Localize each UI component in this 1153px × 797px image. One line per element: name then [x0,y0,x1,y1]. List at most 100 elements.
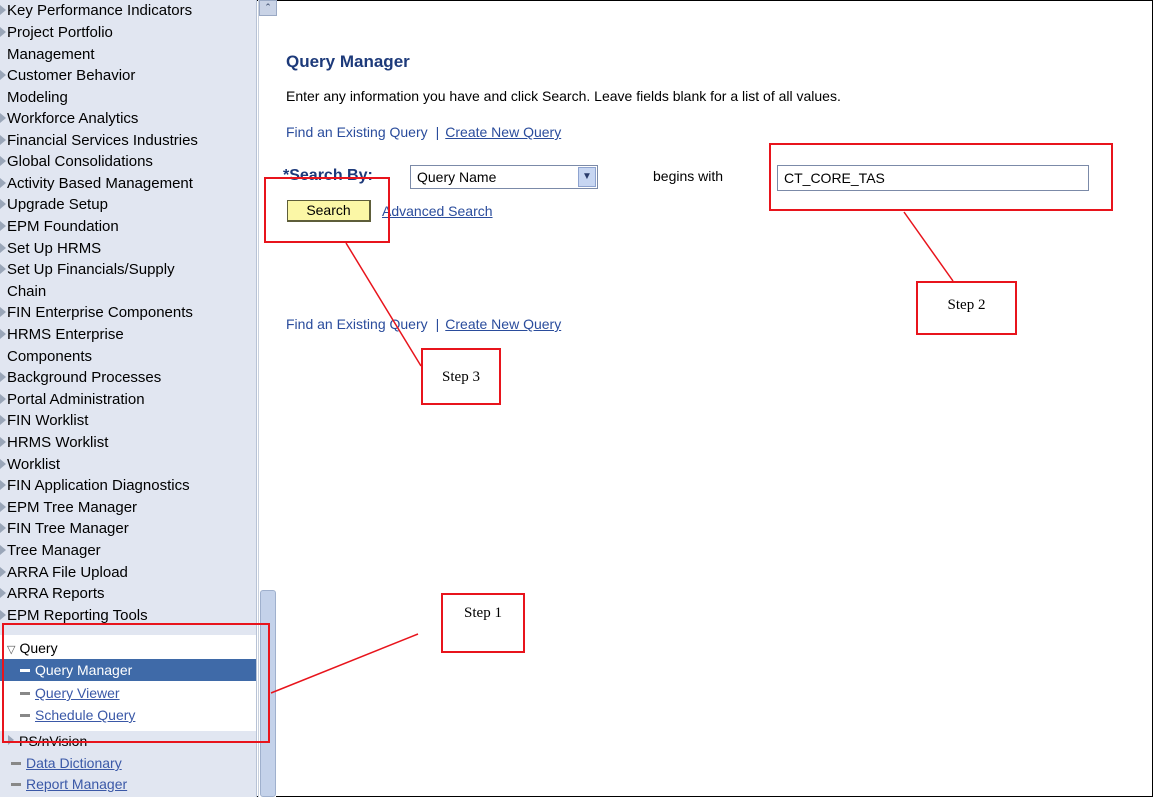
folder-closed-icon [0,113,6,123]
sidebar-item-label: ARRA File Upload [7,563,128,581]
find-existing-query-link[interactable]: Find an Existing Query [286,316,428,332]
folder-closed-icon [0,393,6,404]
sidebar-item[interactable]: Set Up HRMS [0,238,256,260]
sidebar-item-label: FIN Enterprise Components [7,304,193,322]
operator-text: begins with [653,168,724,184]
chevron-up-icon: ⌃ [264,2,272,12]
folder-closed-icon [0,329,6,339]
sidebar-item-label: ARRA Reports [7,585,105,603]
page-title: Query Manager [286,52,410,71]
sidebar-item-label: Financial Services Industries [7,131,198,149]
sidebar-item[interactable]: Key Performance Indicators [0,0,256,22]
sidebar-item[interactable]: ARRA File Upload [0,562,256,584]
sidebar-item-label: Set Up HRMS [7,239,102,257]
sidebar-item-label: EPM Tree Manager [7,498,138,516]
sidebar-item[interactable]: Workforce Analytics [0,108,256,130]
sidebar-item[interactable]: EPM Foundation [0,216,256,238]
folder-closed-icon [0,372,6,383]
sidebar-item[interactable]: Set Up Financials/Supply Chain [0,259,256,303]
sidebar-item[interactable]: Worklist [0,454,256,476]
search-by-value: Query Name [417,169,497,185]
sidebar-item-label: Activity Based Management [7,174,193,192]
sidebar-item-label: Key Performance Indicators [7,2,193,19]
sidebar-item-label: Report Manager [26,776,128,792]
sidebar-item-label: EPM Foundation [7,218,119,235]
sidebar-item[interactable]: Customer Behavior Modeling [0,65,256,109]
sidebar-item-label: FIN Application Diagnostics [7,477,190,495]
sidebar-item[interactable]: HRMS Worklist [0,432,256,454]
folder-closed-icon [0,199,6,210]
link-separator: | [435,124,440,140]
sidebar-item[interactable]: Background Processes [0,367,256,389]
sidebar-item[interactable]: EPM Tree Manager [0,497,256,519]
folder-closed-icon [0,566,6,577]
sidebar-item[interactable]: Activity Based Management [0,173,256,195]
advanced-search-link[interactable]: Advanced Search [382,203,493,219]
folder-closed-icon [0,156,6,167]
scroll-up-button[interactable]: ⌃ [259,0,277,16]
sidebar-item-label: FIN Worklist [7,412,89,430]
sidebar-item-label: HRMS Enterprise [7,326,124,343]
folder-closed-icon [0,221,6,231]
sidebar-item-label-continued: Chain [7,283,47,301]
folder-closed-icon [0,501,6,512]
step1-label: Step 1 [441,593,525,653]
sidebar-item-data-dictionary[interactable]: Data Dictionary [0,752,256,774]
sidebar-item[interactable]: Upgrade Setup [0,194,256,216]
sidebar-item[interactable]: FIN Worklist [0,410,256,432]
main-content: Query Manager Enter any information you … [278,0,1152,797]
sidebar-item[interactable]: FIN Enterprise Components [0,302,256,324]
query-links-bottom: Find an Existing Query | Create New Query [286,316,561,332]
search-by-select[interactable]: Query Name ▼ [410,165,598,189]
folder-closed-icon [0,588,6,599]
folder-closed-icon [0,264,6,275]
folder-closed-icon [0,5,6,15]
sidebar-item-label-continued: Modeling [7,88,68,106]
sidebar-item-label: Set Up Financials/Supply [7,261,175,279]
instructions-text: Enter any information you have and click… [286,88,841,104]
query-links-top: Find an Existing Query | Create New Query [286,124,561,140]
folder-closed-icon [0,134,6,145]
folder-closed-icon [0,480,6,491]
sidebar-item[interactable]: ARRA Reports [0,583,256,605]
sidebar-item[interactable]: Portal Administration [0,389,256,411]
sidebar-item-label: Upgrade Setup [7,196,108,214]
sidebar-item-label: Project Portfolio [7,23,113,41]
sidebar-item-label: FIN Tree Manager [7,520,129,538]
folder-closed-icon [0,523,6,534]
step2-label: Step 2 [916,281,1017,335]
chevron-down-icon[interactable]: ▼ [578,167,596,187]
sidebar-item[interactable]: Financial Services Industries [0,130,256,152]
bullet-dash-icon [11,761,21,765]
bullet-dash-icon [11,782,21,786]
sidebar-item[interactable]: FIN Application Diagnostics [0,475,256,497]
folder-closed-icon [0,69,6,80]
sidebar-item-label: Data Dictionary [26,755,122,771]
sidebar-item[interactable]: FIN Tree Manager [0,518,256,540]
folder-closed-icon [0,458,6,469]
create-new-query-link[interactable]: Create New Query [445,124,561,140]
sidebar-item[interactable]: Global Consolidations [0,151,256,173]
sidebar-item-label: Portal Administration [7,390,145,408]
folder-closed-icon [0,307,6,318]
sidebar-item[interactable]: HRMS Enterprise Components [0,324,256,368]
link-separator: | [435,316,440,332]
sidebar-item-label-continued: Management [7,45,95,63]
sidebar-item[interactable]: Tree Manager [0,540,256,562]
sidebar-item-report-manager[interactable]: Report Manager [0,773,256,795]
sidebar-item-label: Worklist [7,455,61,473]
step3-highlight-box [264,177,390,243]
create-new-query-link[interactable]: Create New Query [445,316,561,332]
sidebar-item-label: Global Consolidations [7,153,153,171]
sidebar-item-label-continued: Components [7,348,93,365]
folder-closed-icon [0,177,6,188]
find-existing-query-link[interactable]: Find an Existing Query [286,124,428,140]
folder-closed-icon [0,415,6,426]
sidebar-item-label: HRMS Worklist [7,434,109,451]
step3-label: Step 3 [421,348,501,405]
sidebar-item-label: Workforce Analytics [7,110,139,127]
folder-closed-icon [0,242,6,253]
folder-closed-icon [0,26,6,37]
sidebar-item-label: Background Processes [7,369,162,387]
sidebar-item[interactable]: Project Portfolio Management [0,22,256,66]
